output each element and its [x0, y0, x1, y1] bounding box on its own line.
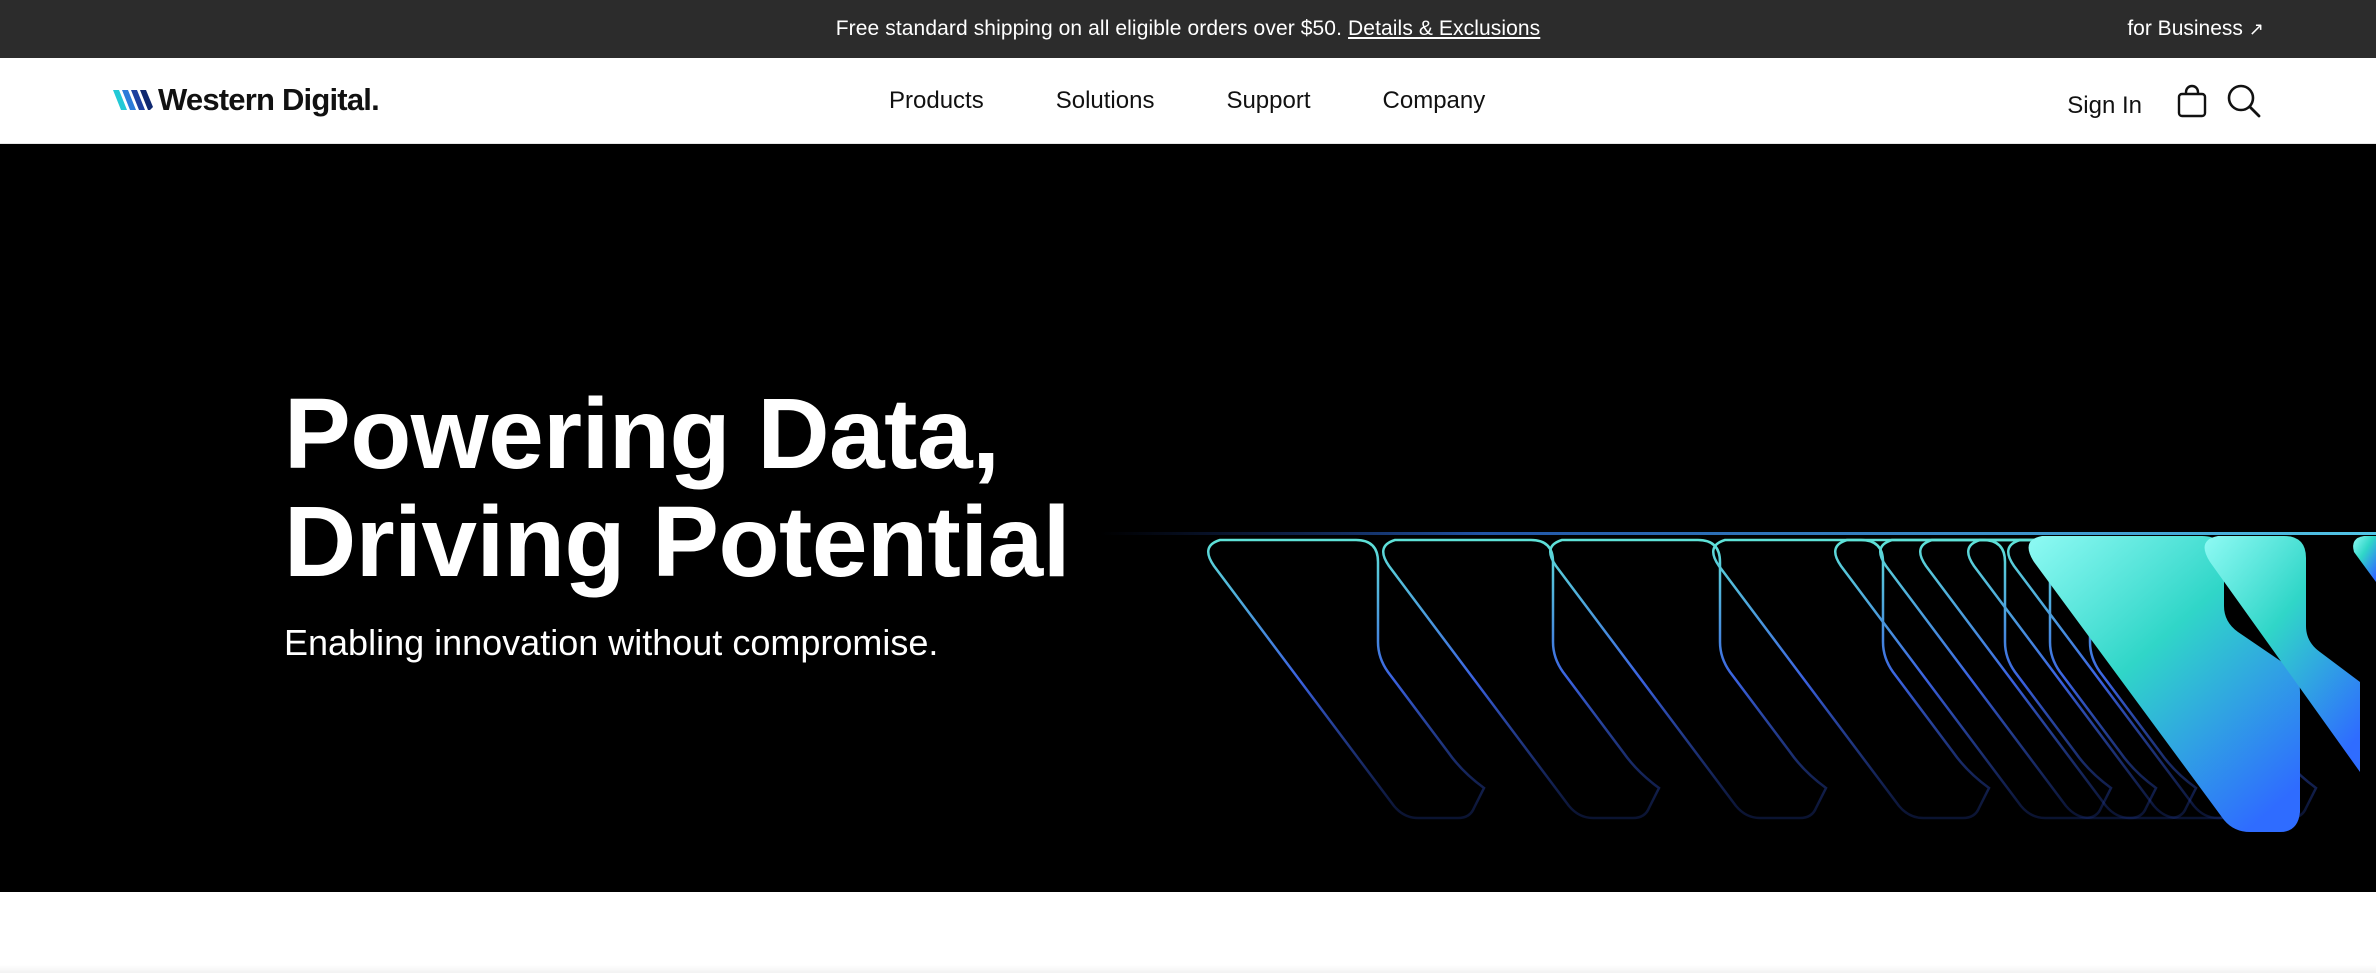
announcement-bar: Free standard shipping on all eligible o…: [0, 0, 2376, 58]
hero-title: Powering Data, Driving Potential: [284, 378, 1071, 598]
logo-mark-icon: [113, 90, 153, 110]
promo-text: Free standard shipping on all eligible o…: [835, 17, 1343, 40]
section-divider: [0, 965, 2376, 973]
external-arrow-icon: ↗: [2248, 18, 2264, 39]
nav-company[interactable]: Company: [1383, 87, 1486, 115]
logo-wordmark: Western Digital.: [158, 82, 380, 117]
search-icon: [2227, 84, 2261, 118]
hero-banner: Powering Data, Driving Potential Enablin…: [0, 144, 2376, 892]
hero-copy: Powering Data, Driving Potential Enablin…: [284, 378, 1071, 664]
hero-subtitle: Enabling innovation without compromise.: [284, 622, 939, 663]
for-business-label: for Business: [2127, 17, 2243, 40]
for-business-link[interactable]: for Business ↗: [2127, 0, 2264, 58]
hero-graphic-icon: [1100, 532, 2376, 832]
nav-solutions[interactable]: Solutions: [1056, 87, 1155, 115]
site-header: Western Digital. Products Solutions Supp…: [0, 58, 2376, 144]
shopping-bag-icon: [2177, 84, 2207, 118]
sign-in-link[interactable]: Sign In: [2067, 92, 2142, 120]
details-exclusions-link[interactable]: Details & Exclusions: [1348, 17, 1540, 41]
search-button[interactable]: [2224, 81, 2264, 121]
content-area: [0, 892, 2376, 973]
cart-button[interactable]: [2172, 81, 2212, 121]
promo-message: Free standard shipping on all eligible o…: [0, 0, 2376, 58]
nav-products[interactable]: Products: [889, 87, 984, 115]
nav-support[interactable]: Support: [1226, 87, 1310, 115]
main-navigation: Products Solutions Support Company: [889, 58, 1485, 144]
western-digital-logo[interactable]: Western Digital.: [113, 80, 380, 120]
header-actions: Sign In: [2067, 58, 2264, 144]
